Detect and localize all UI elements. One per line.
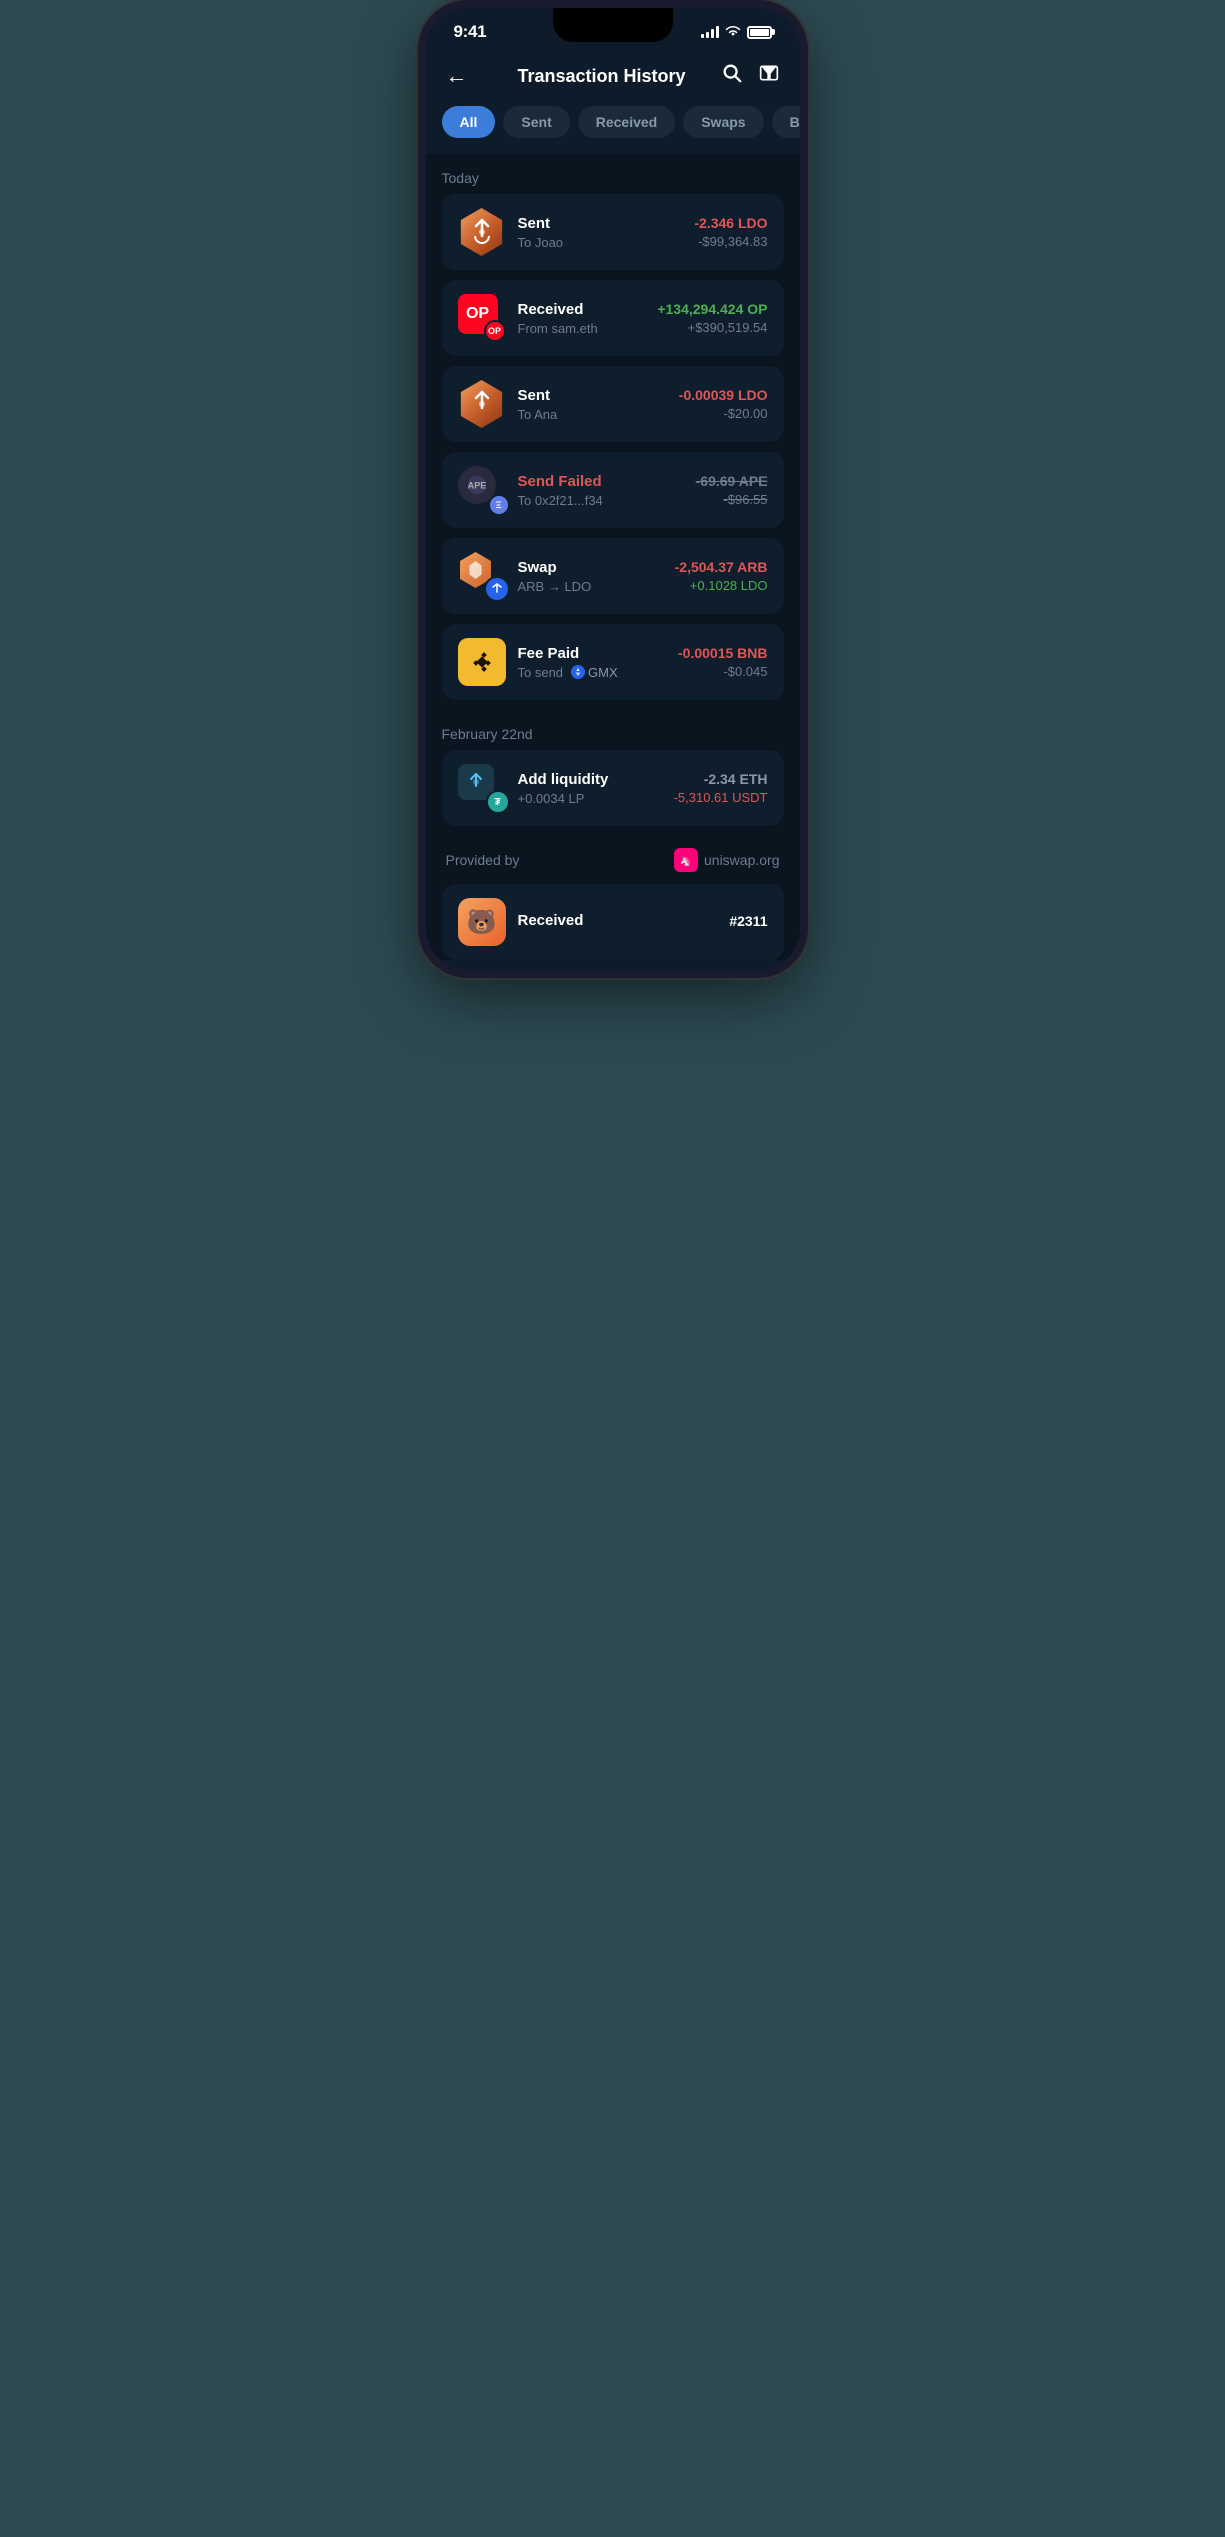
tx-amount-secondary: -$20.00 <box>679 406 768 421</box>
signal-bar-1 <box>701 34 704 38</box>
swap-icon <box>458 552 506 600</box>
phone-frame: 9:41 ← Transaction History <box>418 0 808 978</box>
back-button[interactable]: ← <box>446 63 482 89</box>
tx-title: Sent <box>518 387 667 404</box>
tx-amount-primary: -0.00015 BNB <box>678 645 768 661</box>
tx-amount-secondary: -5,310.61 USDT <box>674 790 768 805</box>
tab-swaps[interactable]: Swaps <box>683 106 763 138</box>
header-actions <box>721 62 779 90</box>
tx-title: Fee Paid <box>518 645 667 662</box>
battery-fill <box>750 29 769 36</box>
search-icon[interactable] <box>721 62 743 90</box>
svg-text:APE: APE <box>467 481 486 491</box>
tx-amounts: -2.34 ETH -5,310.61 USDT <box>674 771 768 805</box>
signal-bars-icon <box>701 26 719 38</box>
table-row[interactable]: Sent To Ana -0.00039 LDO -$20.00 <box>442 366 784 442</box>
provided-by-row: Provided by 🦄 uniswap.org <box>442 836 784 884</box>
tx-subtitle: +0.0034 LP <box>518 791 662 806</box>
tx-amount-nft: #2311 <box>729 913 767 929</box>
tx-amounts: +134,294.424 OP +$390,519.54 <box>657 301 767 335</box>
tx-title: Add liquidity <box>518 771 662 788</box>
tx-info: Add liquidity +0.0034 LP <box>518 771 662 806</box>
tx-subtitle: To send GMX <box>518 665 667 680</box>
tx-info: Received <box>518 912 718 932</box>
tx-amounts: -0.00039 LDO -$20.00 <box>679 387 768 421</box>
tx-title-failed: Send Failed <box>518 473 684 490</box>
table-row[interactable]: Swap ARB → LDO -2,504.37 ARB +0.1028 LDO <box>442 538 784 614</box>
signal-bar-3 <box>711 29 714 38</box>
signal-bar-4 <box>716 26 719 38</box>
ldo-icon <box>458 208 506 256</box>
tab-all[interactable]: All <box>442 106 496 138</box>
tx-amounts: #2311 <box>729 913 767 932</box>
tx-info: Sent To Joao <box>518 215 683 250</box>
battery-icon <box>747 26 772 39</box>
status-time: 9:41 <box>454 22 487 42</box>
tx-amounts: -2,504.37 ARB +0.1028 LDO <box>675 559 768 593</box>
status-icons <box>701 24 772 40</box>
provided-by-source[interactable]: 🦄 uniswap.org <box>674 848 780 872</box>
tx-title: Swap <box>518 559 663 576</box>
tx-amount-primary: +134,294.424 OP <box>657 301 767 317</box>
bnb-icon <box>458 638 506 686</box>
tx-subtitle: To Joao <box>518 235 683 250</box>
signal-bar-2 <box>706 32 709 38</box>
table-row[interactable]: Fee Paid To send GMX -0.00015 BNB -$0 <box>442 624 784 700</box>
filter-tabs: All Sent Received Swaps Buy Se… <box>426 106 800 154</box>
table-row[interactable]: OP OP Received From sam.eth +134,294.424… <box>442 280 784 356</box>
tx-subtitle: From sam.eth <box>518 321 646 336</box>
tab-sent[interactable]: Sent <box>503 106 569 138</box>
section-today: Today <box>442 154 784 194</box>
notch <box>553 8 673 42</box>
tx-info: Fee Paid To send GMX <box>518 645 667 680</box>
tx-subtitle: ARB → LDO <box>518 579 663 594</box>
page-title: Transaction History <box>517 66 685 87</box>
tx-info: Sent To Ana <box>518 387 667 422</box>
tx-title: Received <box>518 301 646 318</box>
tx-amount-secondary: +$390,519.54 <box>657 320 767 335</box>
section-feb22: February 22nd <box>442 710 784 750</box>
tx-amount-secondary: +0.1028 LDO <box>675 578 768 593</box>
tx-amounts: -2.346 LDO -$99,364.83 <box>694 215 767 249</box>
tx-info: Swap ARB → LDO <box>518 559 663 594</box>
uniswap-source: uniswap.org <box>704 852 780 868</box>
tab-received[interactable]: Received <box>578 106 675 138</box>
svg-text:🦄: 🦄 <box>680 855 691 866</box>
tx-amounts: -0.00015 BNB -$0.045 <box>678 645 768 679</box>
tx-amount-primary: -69.69 APE <box>696 473 768 489</box>
nft-icon: 🐻 <box>458 898 506 946</box>
tx-amount-secondary: -$96.55 <box>696 492 768 507</box>
gmx-label: GMX <box>588 665 618 680</box>
table-row[interactable]: Sent To Joao -2.346 LDO -$99,364.83 <box>442 194 784 270</box>
tx-subtitle: To Ana <box>518 407 667 422</box>
content: Today Sent To Joao -2.346 LDO -$99,364.8… <box>426 154 800 960</box>
header: ← Transaction History <box>426 50 800 106</box>
op-icon: OP OP <box>458 294 506 342</box>
table-row[interactable]: APE Ξ Send Failed To 0x2f21...f34 -69.69… <box>442 452 784 528</box>
tx-amount-secondary: -$99,364.83 <box>694 234 767 249</box>
ldo-icon-2 <box>458 380 506 428</box>
provided-by-label: Provided by <box>446 852 520 868</box>
table-row[interactable]: ₮ Add liquidity +0.0034 LP -2.34 ETH -5,… <box>442 750 784 826</box>
tx-amount-primary: -2.34 ETH <box>674 771 768 787</box>
uniswap-logo: 🦄 <box>674 848 698 872</box>
tx-title: Received <box>518 912 718 929</box>
tx-amount-secondary: -$0.045 <box>678 664 768 679</box>
tx-amounts: -69.69 APE -$96.55 <box>696 473 768 507</box>
ape-eth-icon: APE Ξ <box>458 466 506 514</box>
table-row[interactable]: 🐻 Received #2311 <box>442 884 784 960</box>
tx-amount-primary: -2,504.37 ARB <box>675 559 768 575</box>
tx-amount-primary: -2.346 LDO <box>694 215 767 231</box>
tab-buy[interactable]: Buy <box>772 106 800 138</box>
tx-info: Received From sam.eth <box>518 301 646 336</box>
tx-subtitle: To 0x2f21...f34 <box>518 493 684 508</box>
wifi-icon <box>725 24 741 40</box>
tx-title: Sent <box>518 215 683 232</box>
tx-amount-primary: -0.00039 LDO <box>679 387 768 403</box>
tx-info: Send Failed To 0x2f21...f34 <box>518 473 684 508</box>
liquidity-icon: ₮ <box>458 764 506 812</box>
filter-icon[interactable] <box>759 63 779 89</box>
